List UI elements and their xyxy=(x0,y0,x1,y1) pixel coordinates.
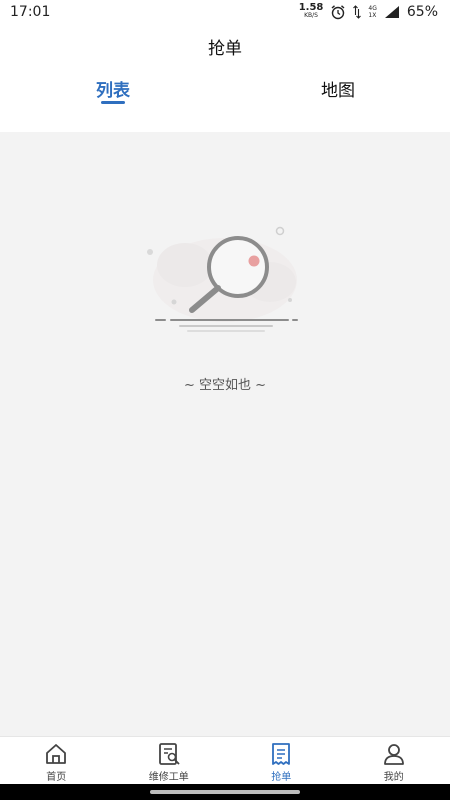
profile-icon xyxy=(383,744,404,765)
nav-item-repair-orders[interactable]: 维修工单 xyxy=(113,737,226,784)
network-speed: 1.58 KB/S xyxy=(298,2,324,20)
status-time: 17:01 xyxy=(10,4,51,20)
nav-label-repair-orders: 维修工单 xyxy=(148,772,189,783)
alarm-icon xyxy=(331,5,345,20)
data-transfer-icon xyxy=(353,5,362,19)
page-title: 抢单 xyxy=(208,39,242,59)
signal-strength-icon xyxy=(384,6,399,18)
status-indicators: 1.58 KB/S 4G 1X 65% xyxy=(298,2,438,21)
network-speed-value: 1.58 xyxy=(298,2,324,13)
system-navigation-bar xyxy=(0,784,450,800)
nav-item-profile[interactable]: 我的 xyxy=(338,737,450,784)
magnifier-icon xyxy=(147,226,298,332)
grab-order-icon xyxy=(272,743,291,765)
home-icon xyxy=(46,744,67,764)
nav-item-home[interactable]: 首页 xyxy=(0,737,113,784)
nav-label-profile: 我的 xyxy=(383,772,404,783)
status-bar: 17:01 1.58 KB/S 4G 1X 65% xyxy=(0,0,450,24)
battery-level: 65% xyxy=(406,4,438,20)
nav-label-grab-orders: 抢单 xyxy=(271,772,292,783)
network-type-label: 4G 1X xyxy=(368,5,376,19)
nav-item-grab-orders[interactable]: 抢单 xyxy=(225,737,338,784)
network-speed-unit: KB/S xyxy=(304,12,318,19)
tab-map[interactable]: 地图 xyxy=(278,76,398,101)
empty-state-text: ~ 空空如也 ~ xyxy=(183,378,267,393)
active-tab-indicator xyxy=(101,101,125,104)
repair-order-icon xyxy=(158,743,180,765)
network-type: 4G xyxy=(368,5,377,12)
tab-list[interactable]: 列表 xyxy=(53,76,173,101)
home-gesture-bar[interactable] xyxy=(150,790,300,794)
bottom-nav: 首页 维修工单 抢单 我的 xyxy=(0,736,450,784)
page-header: 抢单 列表 地图 xyxy=(0,24,450,132)
nav-label-home: 首页 xyxy=(46,772,67,783)
sim-slot: 1X xyxy=(368,12,377,19)
